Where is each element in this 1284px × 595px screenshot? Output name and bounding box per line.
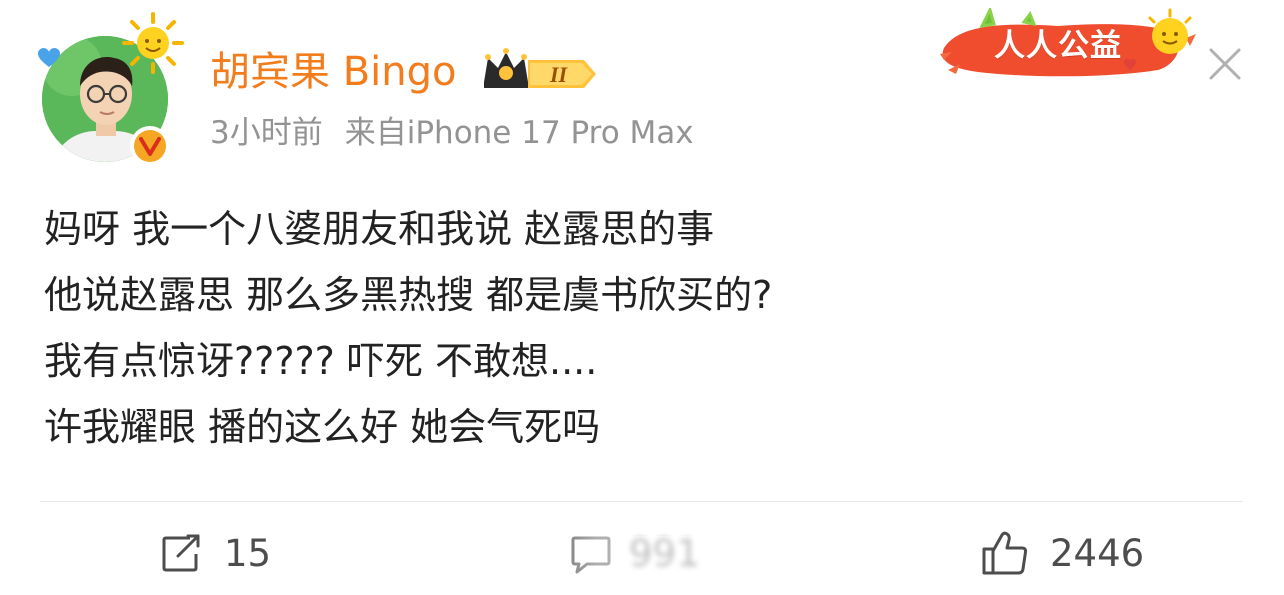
like-count: 2446 xyxy=(1050,532,1145,575)
post-line: 他说赵露思 那么多黑热搜 都是虞书欣买的? xyxy=(44,273,773,317)
like-icon xyxy=(982,531,1028,575)
avatar-container[interactable] xyxy=(38,12,184,167)
verified-badge xyxy=(130,126,170,166)
divider xyxy=(40,501,1243,502)
post-content: 妈呀 我一个八婆朋友和我说 赵露思的事 他说赵露思 那么多黑热搜 都是虞书欣买的… xyxy=(44,196,1244,460)
post-line: 妈呀 我一个八婆朋友和我说 赵露思的事 xyxy=(44,207,715,251)
username[interactable]: 胡宾果 Bingo xyxy=(210,44,456,100)
verified-icon xyxy=(134,130,166,162)
comment-button[interactable]: 991 xyxy=(569,528,700,580)
crown-icon[interactable]: II xyxy=(480,46,600,94)
close-icon[interactable] xyxy=(1208,47,1242,81)
post-source: 来自iPhone 17 Pro Max xyxy=(344,115,694,151)
share-button[interactable]: 15 xyxy=(160,528,271,580)
sun-icon xyxy=(122,12,184,74)
comment-icon xyxy=(571,536,611,574)
post-meta: 3小时前 来自iPhone 17 Pro Max xyxy=(210,110,694,156)
charity-badge[interactable]: 人人公益 xyxy=(938,5,1200,86)
heart-icon xyxy=(38,48,60,67)
post-line: 许我耀眼 播的这么好 她会气死吗 xyxy=(44,405,601,449)
member-level: II xyxy=(549,62,569,87)
share-icon xyxy=(162,534,200,572)
post-line: 我有点惊讶????? 吓死 不敢想.... xyxy=(44,339,598,383)
like-button[interactable]: 2446 xyxy=(980,528,1144,580)
share-count: 15 xyxy=(224,532,272,575)
post-time: 3小时前 xyxy=(210,115,323,151)
comment-count: 991 xyxy=(629,532,700,575)
charity-label: 人人公益 xyxy=(994,28,1122,64)
